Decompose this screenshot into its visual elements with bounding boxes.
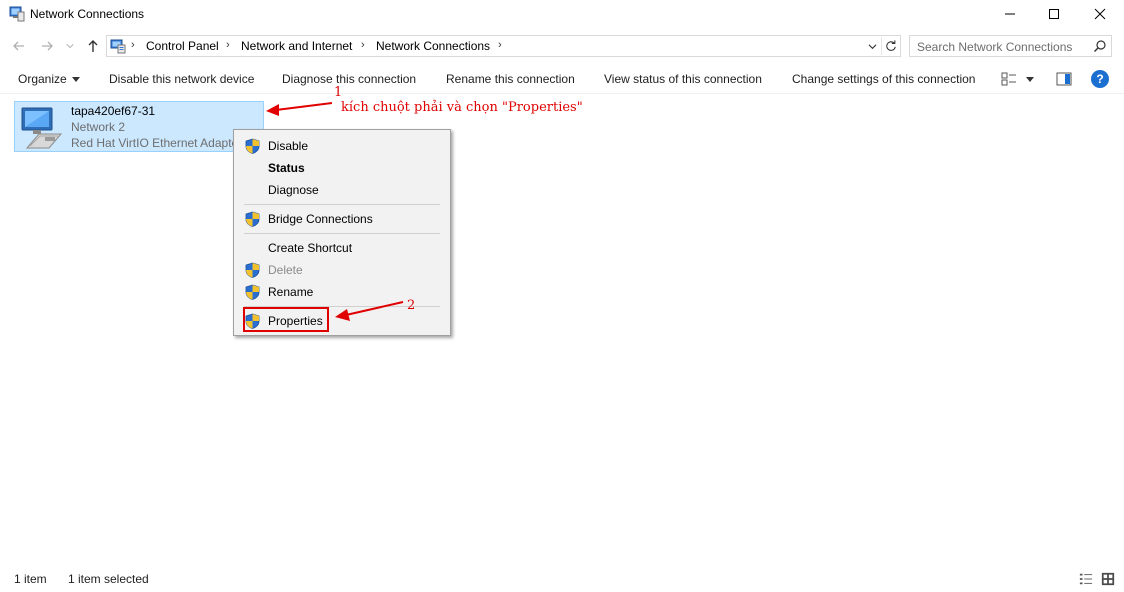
network-adapter-icon: [21, 107, 63, 149]
address-row: › Control Panel › Network and Internet ›…: [0, 32, 1124, 60]
status-bar: 1 item 1 item selected: [0, 568, 1124, 590]
menu-item-bridge-connections[interactable]: Bridge Connections: [234, 208, 450, 230]
recent-locations-button[interactable]: [64, 36, 76, 56]
title-bar: Network Connections: [0, 0, 1124, 28]
disable-device-button[interactable]: Disable this network device: [109, 72, 254, 86]
breadcrumb-separator: ›: [131, 39, 135, 51]
arrow-right-icon: [42, 41, 53, 51]
annotation-arrow-1: [266, 102, 333, 116]
annotation-step-1-number: 1: [334, 85, 343, 100]
annotation-step-1-text: kích chuột phải và chọn "Properties": [341, 100, 583, 115]
rename-button[interactable]: Rename this connection: [446, 72, 575, 86]
menu-item-label: Diagnose: [268, 183, 319, 197]
chevron-down-icon: [66, 44, 74, 49]
menu-item-status[interactable]: Status: [234, 157, 450, 179]
search-box[interactable]: [909, 35, 1112, 57]
arrow-left-icon: [13, 41, 24, 51]
breadcrumb-network-connections[interactable]: Network Connections: [376, 39, 490, 53]
uac-shield-icon: [245, 262, 260, 278]
preview-pane-button[interactable]: [1054, 69, 1074, 89]
network-connections-icon: [9, 6, 25, 22]
preview-pane-icon: [1056, 72, 1072, 86]
menu-item-label: Create Shortcut: [268, 241, 353, 255]
help-button[interactable]: ?: [1091, 70, 1109, 88]
properties-highlight-box: [243, 307, 329, 332]
menu-separator: [244, 233, 440, 234]
arrow-up-icon: [88, 40, 98, 52]
annotation-step-2-number: 2: [407, 298, 416, 313]
menu-item-label: Rename: [268, 285, 314, 299]
item-count: 1 item: [14, 572, 47, 586]
address-history-button[interactable]: [865, 38, 879, 54]
organize-label: Organize: [18, 72, 67, 86]
control-panel-icon: [110, 39, 126, 54]
menu-item-label: Disable: [268, 139, 309, 153]
breadcrumb-separator: ›: [361, 39, 365, 51]
details-view-icon: [1079, 573, 1093, 585]
caret-down-icon: [1026, 76, 1034, 82]
minimize-button[interactable]: [987, 0, 1033, 28]
maximize-icon: [1049, 9, 1059, 19]
window-title: Network Connections: [30, 7, 145, 21]
menu-item-create-shortcut[interactable]: Create Shortcut: [234, 237, 450, 259]
connection-name: tapa420ef67-31: [71, 104, 156, 118]
menu-item-disable[interactable]: Disable: [234, 135, 450, 157]
close-icon: [1094, 8, 1106, 20]
menu-item-diagnose[interactable]: Diagnose: [234, 179, 450, 201]
menu-item-label: Status: [268, 161, 305, 175]
caret-down-icon: [71, 77, 80, 83]
menu-item-label: Bridge Connections: [268, 212, 373, 226]
organize-menu[interactable]: Organize: [18, 72, 80, 86]
network-connection-item[interactable]: tapa420ef67-31 Network 2 Red Hat VirtIO …: [14, 101, 264, 152]
refresh-button[interactable]: [881, 37, 899, 55]
forward-button[interactable]: [38, 36, 56, 56]
view-status-button[interactable]: View status of this connection: [604, 72, 762, 86]
uac-shield-icon: [245, 284, 260, 300]
breadcrumb-separator: ›: [226, 39, 230, 51]
refresh-icon: [885, 40, 896, 51]
context-menu: Disable Status Diagnose Bridge Connectio…: [233, 129, 451, 336]
breadcrumb-separator: ›: [498, 39, 502, 51]
diagnose-button[interactable]: Diagnose this connection: [282, 72, 416, 86]
view-options-button[interactable]: [999, 69, 1019, 89]
uac-shield-icon: [245, 211, 260, 227]
breadcrumb-control-panel[interactable]: Control Panel: [146, 39, 219, 53]
close-button[interactable]: [1077, 0, 1123, 28]
chevron-down-icon: [868, 43, 876, 49]
command-bar: Organize Disable this network device Dia…: [0, 64, 1124, 94]
search-icon: [1094, 40, 1106, 52]
search-input[interactable]: [917, 39, 1087, 54]
large-icons-view-button[interactable]: [1099, 570, 1117, 588]
address-bar[interactable]: › Control Panel › Network and Internet ›…: [106, 35, 901, 57]
minimize-icon: [1005, 13, 1015, 15]
back-button[interactable]: [10, 36, 28, 56]
connection-network: Network 2: [71, 120, 126, 134]
menu-item-label: Delete: [268, 263, 303, 277]
up-button[interactable]: [84, 36, 102, 56]
uac-shield-icon: [245, 138, 260, 154]
menu-separator: [244, 204, 440, 205]
maximize-button[interactable]: [1031, 0, 1077, 28]
menu-item-rename[interactable]: Rename: [234, 281, 450, 303]
menu-item-delete[interactable]: Delete: [234, 259, 450, 281]
large-icons-view-icon: [1101, 572, 1115, 586]
selection-count: 1 item selected: [68, 572, 149, 586]
view-dropdown-button[interactable]: [1020, 69, 1040, 89]
change-settings-button[interactable]: Change settings of this connection: [792, 72, 975, 86]
details-view-icon: [1001, 72, 1016, 86]
details-view-button[interactable]: [1077, 570, 1095, 588]
breadcrumb-network-and-internet[interactable]: Network and Internet: [241, 39, 352, 53]
